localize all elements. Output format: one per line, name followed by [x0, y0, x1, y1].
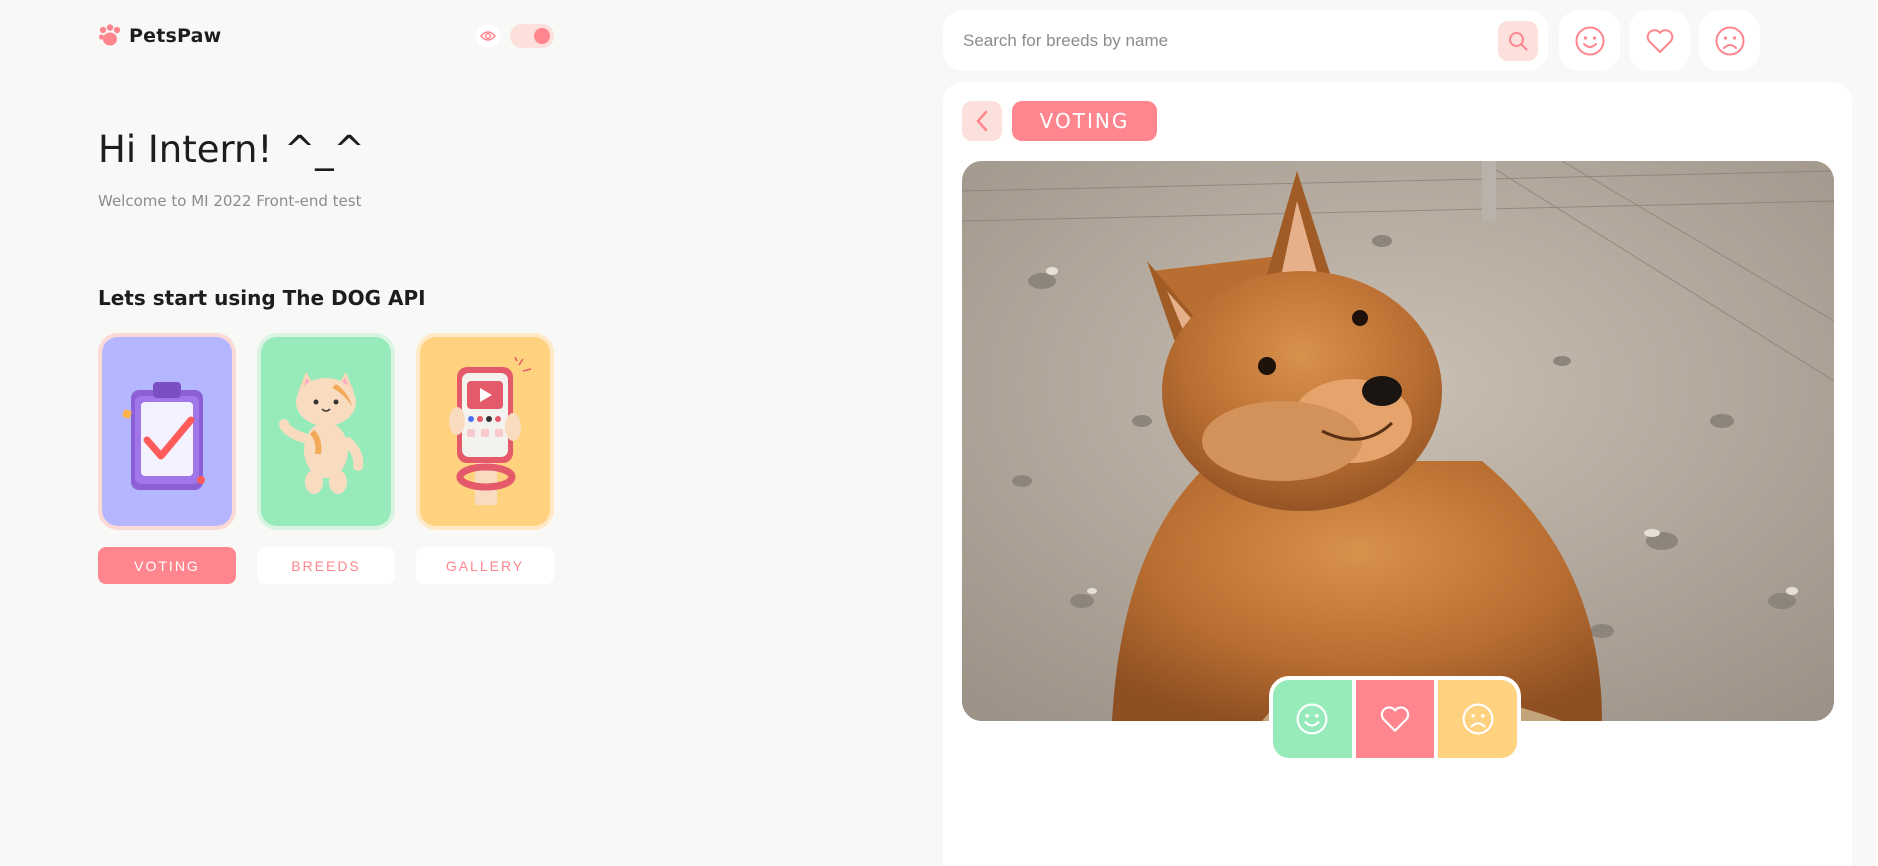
section-title: VOTING	[1012, 101, 1157, 141]
breeds-card-frame[interactable]	[257, 333, 395, 530]
breeds-card[interactable]: BREEDS	[257, 333, 395, 584]
dog-photo	[962, 161, 1834, 721]
eye-icon[interactable]	[476, 24, 500, 48]
smile-icon	[1296, 703, 1328, 735]
greeting-title: Hi Intern! ^_^	[98, 128, 365, 171]
voting-button[interactable]: VOTING	[98, 547, 236, 584]
theme-switcher	[476, 24, 554, 48]
voting-illustration	[102, 337, 232, 526]
voting-panel: VOTING	[943, 82, 1852, 866]
greeting-subtitle: Welcome to MI 2022 Front-end test	[98, 192, 362, 210]
toggle-knob	[534, 28, 550, 44]
dark-mode-toggle[interactable]	[510, 24, 554, 48]
search-icon[interactable]	[1498, 20, 1538, 61]
breeds-illustration	[261, 337, 391, 526]
paw-logo-icon	[98, 24, 121, 46]
smile-icon	[1575, 26, 1604, 55]
search-input[interactable]	[963, 30, 1498, 51]
favourites-nav-button[interactable]	[1629, 10, 1690, 71]
heart-icon	[1646, 28, 1673, 53]
logo[interactable]: PetsPaw	[98, 24, 221, 48]
vote-buttons	[1269, 676, 1521, 762]
dislikes-nav-button[interactable]	[1699, 10, 1760, 71]
sad-icon	[1462, 703, 1494, 735]
gallery-button[interactable]: GALLERY	[416, 547, 554, 584]
sad-icon	[1715, 26, 1744, 55]
like-button[interactable]	[1273, 680, 1352, 758]
section-cards: VOTING BREEDS GALLERY	[98, 333, 554, 584]
search-bar	[943, 10, 1548, 71]
gallery-card-frame[interactable]	[416, 333, 554, 530]
gallery-card[interactable]: GALLERY	[416, 333, 554, 584]
gallery-illustration	[420, 337, 550, 526]
dislike-button[interactable]	[1438, 680, 1518, 758]
favourite-button[interactable]	[1355, 680, 1435, 758]
voting-card[interactable]: VOTING	[98, 333, 236, 584]
brand-name: PetsPaw	[129, 25, 222, 47]
voting-card-frame[interactable]	[98, 333, 236, 530]
breeds-button[interactable]: BREEDS	[257, 547, 395, 584]
chevron-left-icon	[976, 110, 988, 132]
back-button[interactable]	[962, 101, 1002, 141]
heart-icon	[1380, 706, 1410, 732]
likes-nav-button[interactable]	[1559, 10, 1620, 71]
api-title: Lets start using The DOG API	[98, 286, 426, 310]
